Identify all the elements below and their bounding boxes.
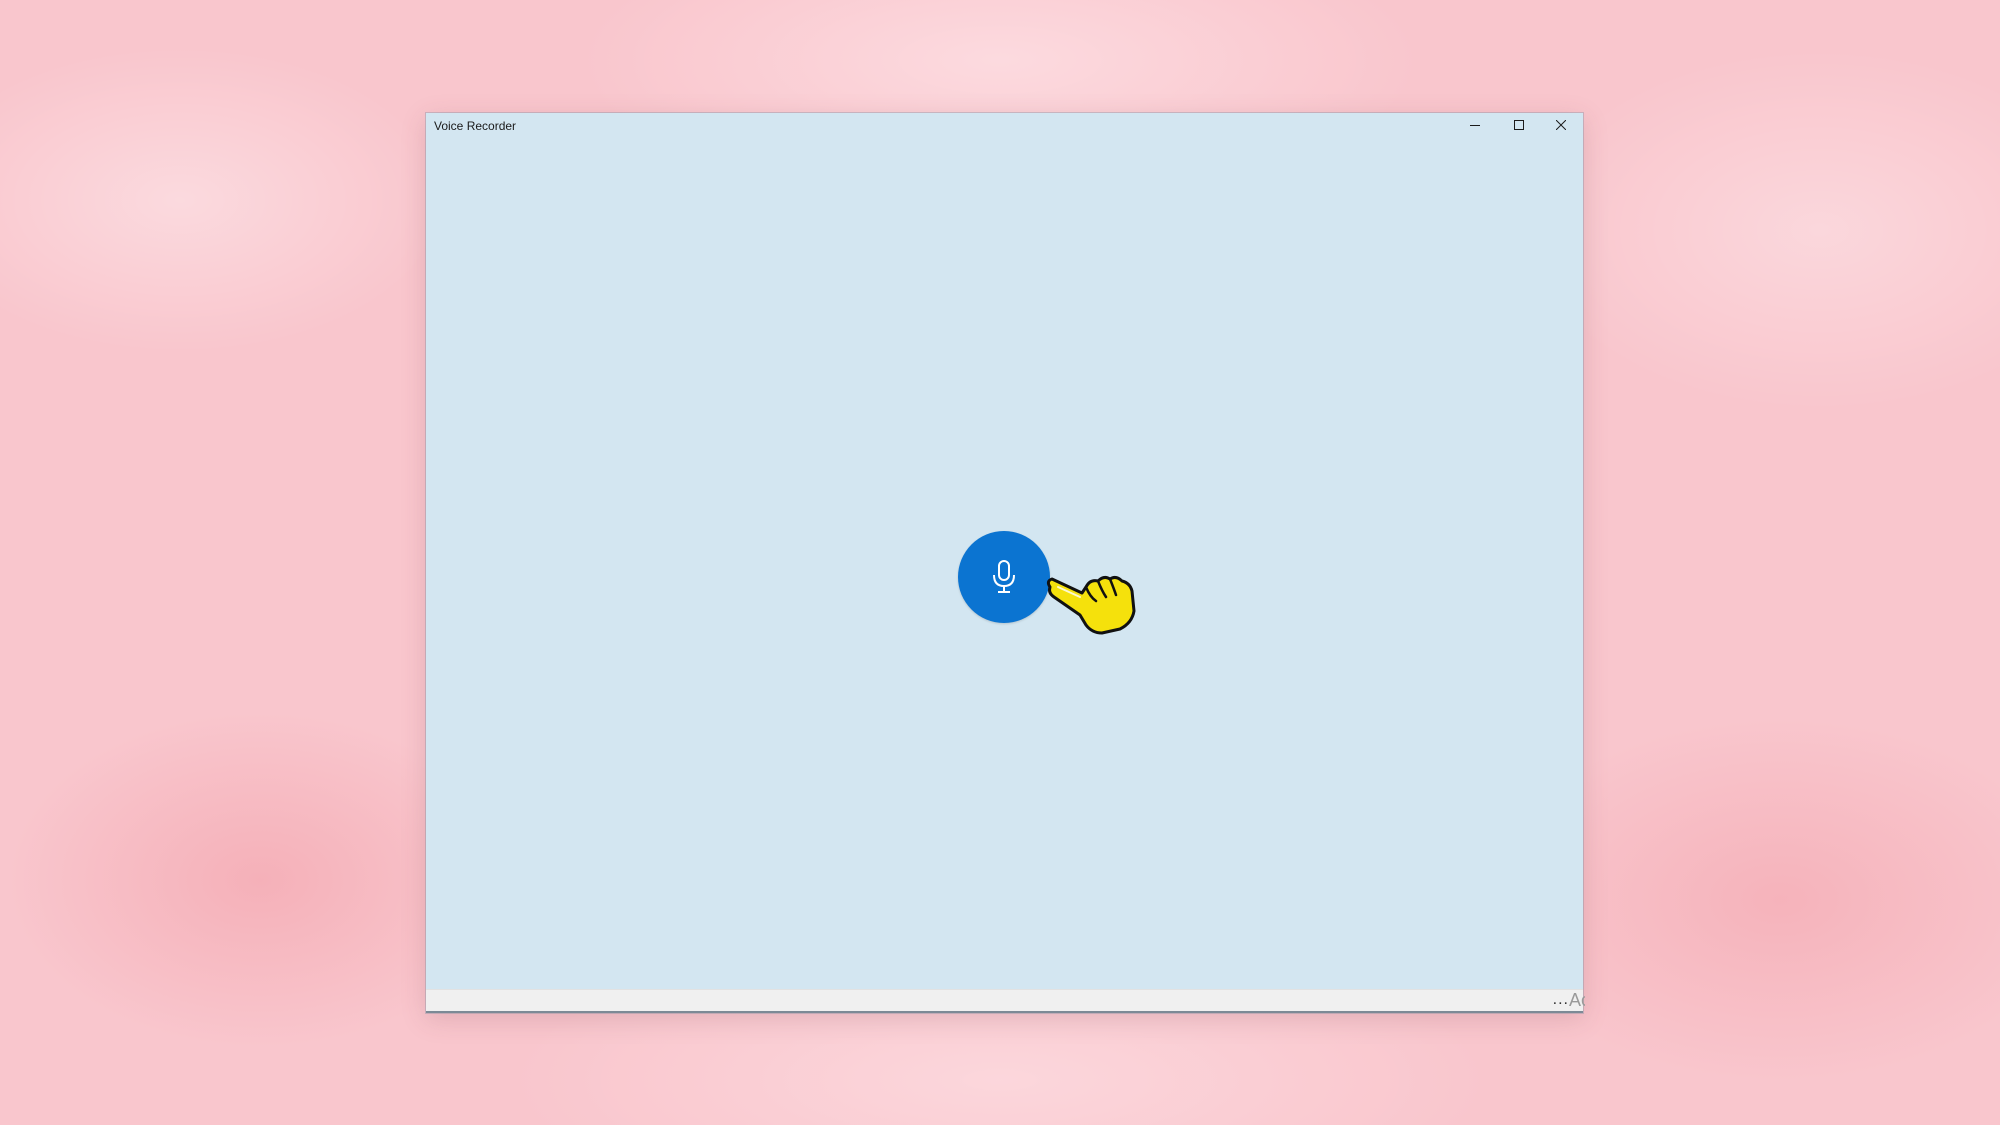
pointing-hand-icon <box>1046 575 1136 635</box>
minimize-icon <box>1470 125 1480 126</box>
voice-recorder-window: Voice Recorder ... A <box>426 113 1585 1013</box>
minimize-button[interactable] <box>1453 113 1497 137</box>
app-title: Voice Recorder <box>434 119 517 133</box>
close-button[interactable] <box>1539 113 1583 137</box>
desktop-background: { "window": { "title": "Voice Recorder",… <box>0 0 2000 1125</box>
app-bar-truncated-label: Ac <box>1569 990 1585 1010</box>
maximize-icon <box>1514 120 1524 130</box>
record-button[interactable] <box>958 531 1050 623</box>
title-bar[interactable]: Voice Recorder <box>426 113 1583 137</box>
microphone-icon <box>993 560 1015 593</box>
recorder-content <box>426 137 1583 989</box>
app-bar: ... Ac <box>426 989 1585 1013</box>
maximize-button[interactable] <box>1497 113 1541 137</box>
more-options-button[interactable]: ... <box>1553 992 1569 1008</box>
close-icon <box>1556 120 1566 130</box>
